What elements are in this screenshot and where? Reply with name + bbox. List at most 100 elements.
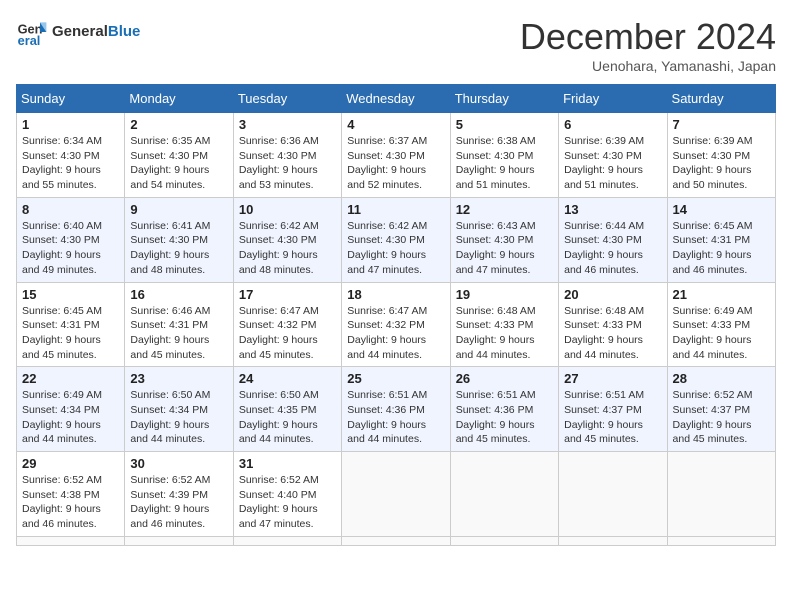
calendar-cell xyxy=(450,536,558,545)
day-number: 22 xyxy=(22,371,119,386)
calendar-header-row: SundayMondayTuesdayWednesdayThursdayFrid… xyxy=(17,85,776,113)
day-number: 14 xyxy=(673,202,770,217)
calendar-week-row: 29 Sunrise: 6:52 AM Sunset: 4:38 PM Dayl… xyxy=(17,452,776,537)
day-number: 3 xyxy=(239,117,336,132)
calendar-cell: 2 Sunrise: 6:35 AM Sunset: 4:30 PM Dayli… xyxy=(125,113,233,198)
calendar-cell: 9 Sunrise: 6:41 AM Sunset: 4:30 PM Dayli… xyxy=(125,197,233,282)
calendar-cell xyxy=(125,536,233,545)
calendar-week-row: 8 Sunrise: 6:40 AM Sunset: 4:30 PM Dayli… xyxy=(17,197,776,282)
day-number: 18 xyxy=(347,287,444,302)
day-info: Sunrise: 6:50 AM Sunset: 4:34 PM Dayligh… xyxy=(130,388,227,447)
calendar-cell xyxy=(450,452,558,537)
day-info: Sunrise: 6:40 AM Sunset: 4:30 PM Dayligh… xyxy=(22,219,119,278)
day-number: 2 xyxy=(130,117,227,132)
calendar-cell: 30 Sunrise: 6:52 AM Sunset: 4:39 PM Dayl… xyxy=(125,452,233,537)
day-of-week-header: Monday xyxy=(125,85,233,113)
month-title: December 2024 xyxy=(520,16,776,58)
day-of-week-header: Sunday xyxy=(17,85,125,113)
calendar-cell: 20 Sunrise: 6:48 AM Sunset: 4:33 PM Dayl… xyxy=(559,282,667,367)
day-number: 25 xyxy=(347,371,444,386)
calendar-cell: 7 Sunrise: 6:39 AM Sunset: 4:30 PM Dayli… xyxy=(667,113,775,198)
calendar-cell: 12 Sunrise: 6:43 AM Sunset: 4:30 PM Dayl… xyxy=(450,197,558,282)
day-number: 12 xyxy=(456,202,553,217)
day-of-week-header: Saturday xyxy=(667,85,775,113)
day-of-week-header: Wednesday xyxy=(342,85,450,113)
title-block: December 2024 Uenohara, Yamanashi, Japan xyxy=(520,16,776,74)
day-info: Sunrise: 6:34 AM Sunset: 4:30 PM Dayligh… xyxy=(22,134,119,193)
calendar-cell xyxy=(233,536,341,545)
day-info: Sunrise: 6:48 AM Sunset: 4:33 PM Dayligh… xyxy=(456,304,553,363)
logo-text: GeneralBlue xyxy=(52,23,140,41)
day-info: Sunrise: 6:48 AM Sunset: 4:33 PM Dayligh… xyxy=(564,304,661,363)
day-info: Sunrise: 6:46 AM Sunset: 4:31 PM Dayligh… xyxy=(130,304,227,363)
day-number: 6 xyxy=(564,117,661,132)
calendar-cell xyxy=(667,452,775,537)
day-info: Sunrise: 6:51 AM Sunset: 4:37 PM Dayligh… xyxy=(564,388,661,447)
day-info: Sunrise: 6:51 AM Sunset: 4:36 PM Dayligh… xyxy=(456,388,553,447)
calendar-cell: 25 Sunrise: 6:51 AM Sunset: 4:36 PM Dayl… xyxy=(342,367,450,452)
day-number: 16 xyxy=(130,287,227,302)
calendar-cell: 22 Sunrise: 6:49 AM Sunset: 4:34 PM Dayl… xyxy=(17,367,125,452)
calendar-cell: 11 Sunrise: 6:42 AM Sunset: 4:30 PM Dayl… xyxy=(342,197,450,282)
calendar-cell xyxy=(342,536,450,545)
calendar-cell xyxy=(559,452,667,537)
calendar-cell: 23 Sunrise: 6:50 AM Sunset: 4:34 PM Dayl… xyxy=(125,367,233,452)
day-number: 15 xyxy=(22,287,119,302)
calendar-cell xyxy=(17,536,125,545)
calendar-table: SundayMondayTuesdayWednesdayThursdayFrid… xyxy=(16,84,776,546)
day-of-week-header: Thursday xyxy=(450,85,558,113)
day-number: 13 xyxy=(564,202,661,217)
logo: Gen eral GeneralBlue xyxy=(16,16,140,48)
calendar-cell: 13 Sunrise: 6:44 AM Sunset: 4:30 PM Dayl… xyxy=(559,197,667,282)
calendar-cell: 6 Sunrise: 6:39 AM Sunset: 4:30 PM Dayli… xyxy=(559,113,667,198)
calendar-cell: 28 Sunrise: 6:52 AM Sunset: 4:37 PM Dayl… xyxy=(667,367,775,452)
day-number: 4 xyxy=(347,117,444,132)
day-number: 26 xyxy=(456,371,553,386)
day-number: 27 xyxy=(564,371,661,386)
logo-icon: Gen eral xyxy=(16,16,48,48)
day-info: Sunrise: 6:49 AM Sunset: 4:33 PM Dayligh… xyxy=(673,304,770,363)
day-info: Sunrise: 6:39 AM Sunset: 4:30 PM Dayligh… xyxy=(673,134,770,193)
day-number: 28 xyxy=(673,371,770,386)
calendar-cell: 21 Sunrise: 6:49 AM Sunset: 4:33 PM Dayl… xyxy=(667,282,775,367)
calendar-cell: 4 Sunrise: 6:37 AM Sunset: 4:30 PM Dayli… xyxy=(342,113,450,198)
day-of-week-header: Tuesday xyxy=(233,85,341,113)
calendar-week-row: 22 Sunrise: 6:49 AM Sunset: 4:34 PM Dayl… xyxy=(17,367,776,452)
calendar-cell: 27 Sunrise: 6:51 AM Sunset: 4:37 PM Dayl… xyxy=(559,367,667,452)
day-info: Sunrise: 6:42 AM Sunset: 4:30 PM Dayligh… xyxy=(347,219,444,278)
day-info: Sunrise: 6:52 AM Sunset: 4:40 PM Dayligh… xyxy=(239,473,336,532)
calendar-cell: 17 Sunrise: 6:47 AM Sunset: 4:32 PM Dayl… xyxy=(233,282,341,367)
day-info: Sunrise: 6:39 AM Sunset: 4:30 PM Dayligh… xyxy=(564,134,661,193)
day-number: 1 xyxy=(22,117,119,132)
calendar-week-row: 15 Sunrise: 6:45 AM Sunset: 4:31 PM Dayl… xyxy=(17,282,776,367)
day-info: Sunrise: 6:41 AM Sunset: 4:30 PM Dayligh… xyxy=(130,219,227,278)
day-info: Sunrise: 6:43 AM Sunset: 4:30 PM Dayligh… xyxy=(456,219,553,278)
day-number: 11 xyxy=(347,202,444,217)
day-info: Sunrise: 6:52 AM Sunset: 4:37 PM Dayligh… xyxy=(673,388,770,447)
day-number: 7 xyxy=(673,117,770,132)
calendar-cell: 16 Sunrise: 6:46 AM Sunset: 4:31 PM Dayl… xyxy=(125,282,233,367)
calendar-cell: 26 Sunrise: 6:51 AM Sunset: 4:36 PM Dayl… xyxy=(450,367,558,452)
day-info: Sunrise: 6:47 AM Sunset: 4:32 PM Dayligh… xyxy=(239,304,336,363)
day-info: Sunrise: 6:44 AM Sunset: 4:30 PM Dayligh… xyxy=(564,219,661,278)
location-subtitle: Uenohara, Yamanashi, Japan xyxy=(520,58,776,74)
day-number: 31 xyxy=(239,456,336,471)
calendar-cell xyxy=(667,536,775,545)
day-info: Sunrise: 6:42 AM Sunset: 4:30 PM Dayligh… xyxy=(239,219,336,278)
day-info: Sunrise: 6:51 AM Sunset: 4:36 PM Dayligh… xyxy=(347,388,444,447)
day-info: Sunrise: 6:35 AM Sunset: 4:30 PM Dayligh… xyxy=(130,134,227,193)
calendar-cell: 15 Sunrise: 6:45 AM Sunset: 4:31 PM Dayl… xyxy=(17,282,125,367)
day-info: Sunrise: 6:52 AM Sunset: 4:39 PM Dayligh… xyxy=(130,473,227,532)
day-info: Sunrise: 6:52 AM Sunset: 4:38 PM Dayligh… xyxy=(22,473,119,532)
calendar-cell: 29 Sunrise: 6:52 AM Sunset: 4:38 PM Dayl… xyxy=(17,452,125,537)
day-info: Sunrise: 6:50 AM Sunset: 4:35 PM Dayligh… xyxy=(239,388,336,447)
calendar-cell: 18 Sunrise: 6:47 AM Sunset: 4:32 PM Dayl… xyxy=(342,282,450,367)
calendar-cell: 3 Sunrise: 6:36 AM Sunset: 4:30 PM Dayli… xyxy=(233,113,341,198)
calendar-cell xyxy=(342,452,450,537)
day-info: Sunrise: 6:49 AM Sunset: 4:34 PM Dayligh… xyxy=(22,388,119,447)
day-number: 9 xyxy=(130,202,227,217)
calendar-cell: 19 Sunrise: 6:48 AM Sunset: 4:33 PM Dayl… xyxy=(450,282,558,367)
calendar-cell: 14 Sunrise: 6:45 AM Sunset: 4:31 PM Dayl… xyxy=(667,197,775,282)
calendar-cell xyxy=(559,536,667,545)
day-number: 24 xyxy=(239,371,336,386)
